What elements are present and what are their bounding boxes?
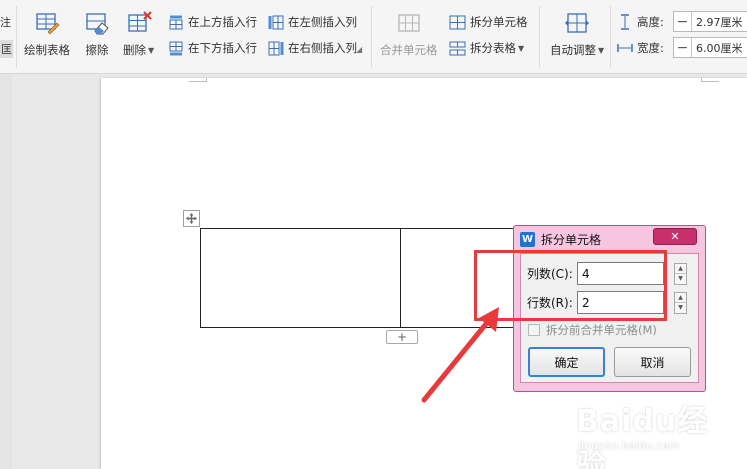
stepper-up-icon[interactable]: ▲ bbox=[675, 264, 686, 274]
height-decrease-button[interactable]: − bbox=[674, 12, 692, 31]
split-table-button[interactable]: 拆分表格 ▼ bbox=[449, 40, 524, 56]
draw-table-label: 绘制表格 bbox=[24, 43, 70, 57]
rows-value: 2 bbox=[582, 295, 590, 310]
ok-button[interactable]: 确定 bbox=[528, 347, 605, 377]
erase-label: 擦除 bbox=[85, 43, 109, 57]
baidu-jingyan-watermark: Baidu经验 jingyan.baidu.com bbox=[576, 392, 736, 469]
close-button[interactable]: ✕ bbox=[653, 228, 697, 245]
split-table-label: 拆分表格 bbox=[470, 41, 516, 55]
col-width-label-group: 宽度: bbox=[617, 40, 664, 56]
ribbon-left-clipped-2[interactable]: 匡 bbox=[0, 40, 13, 58]
insert-row-above-icon bbox=[169, 15, 183, 29]
merge-cells-button[interactable]: 合并单元格 bbox=[380, 10, 438, 58]
table-move-handle[interactable] bbox=[183, 210, 200, 227]
dialog-title: 拆分单元格 bbox=[541, 232, 602, 247]
split-cells-dialog: W 拆分单元格 ✕ 列数(C): 4 ▲ ▼ 行数(R): 2 ▲ ▼ 拆分前合… bbox=[513, 225, 706, 392]
split-table-icon bbox=[449, 41, 466, 55]
auto-fit-icon bbox=[565, 13, 590, 33]
margin-corner-mark bbox=[189, 78, 207, 82]
columns-stepper[interactable]: ▲ ▼ bbox=[674, 262, 687, 285]
row-height-input[interactable]: − 2.97厘米 bbox=[673, 11, 747, 32]
insert-col-right-icon bbox=[268, 41, 284, 55]
watermark-url: jingyan.baidu.com bbox=[578, 439, 680, 452]
draw-table-icon bbox=[36, 13, 60, 35]
height-value: 2.97厘米 bbox=[696, 15, 743, 29]
insert-row-below-button[interactable]: 在下方插入行 bbox=[168, 40, 257, 56]
ribbon-separator bbox=[371, 6, 372, 68]
cancel-button[interactable]: 取消 bbox=[614, 347, 691, 377]
split-cells-icon bbox=[449, 15, 466, 29]
auto-fit-button[interactable]: 自动调整 ▼ bbox=[550, 10, 604, 58]
insert-row-above-label: 在上方插入行 bbox=[188, 15, 257, 29]
delete-button[interactable]: 删除 ▼ bbox=[123, 10, 154, 58]
width-value: 6.00厘米 bbox=[696, 41, 743, 55]
ribbon-left-clipped-1[interactable]: 注 bbox=[0, 14, 11, 30]
insert-row-below-icon bbox=[169, 41, 183, 55]
margin-corner-mark bbox=[701, 78, 719, 82]
ribbon-toolbar: 注 匡 绘制表格 擦除 删除 ▼ 在上方插入行 在下方插入行 在左侧插入列 在右… bbox=[0, 0, 747, 74]
columns-row: 列数(C): 4 ▲ ▼ bbox=[527, 262, 687, 285]
eraser-icon bbox=[86, 13, 109, 35]
ribbon-separator bbox=[539, 6, 540, 68]
merge-cells-label: 合并单元格 bbox=[380, 43, 438, 57]
table-cell[interactable] bbox=[201, 229, 401, 327]
row-height-icon bbox=[621, 14, 629, 30]
move-cross-icon bbox=[186, 213, 197, 224]
insert-col-right-button[interactable]: 在右侧插入列 bbox=[268, 40, 357, 56]
insert-col-left-icon bbox=[268, 15, 284, 29]
erase-button[interactable]: 擦除 bbox=[84, 10, 110, 58]
chevron-down-icon: ▼ bbox=[518, 43, 525, 53]
left-panel-strip bbox=[0, 74, 12, 469]
insert-col-left-label: 在左侧插入列 bbox=[288, 15, 357, 29]
stepper-down-icon[interactable]: ▼ bbox=[675, 303, 686, 313]
ribbon-separator bbox=[16, 6, 17, 68]
columns-label: 列数(C): bbox=[527, 267, 573, 281]
insert-col-right-label: 在右侧插入列 bbox=[288, 41, 357, 55]
split-cells-label: 拆分单元格 bbox=[470, 15, 528, 29]
close-icon: ✕ bbox=[670, 230, 680, 243]
insert-row-above-button[interactable]: 在上方插入行 bbox=[168, 14, 257, 30]
draw-table-button[interactable]: 绘制表格 bbox=[24, 10, 70, 58]
stepper-up-icon[interactable]: ▲ bbox=[675, 293, 686, 303]
insert-row-below-label: 在下方插入行 bbox=[188, 41, 257, 55]
chevron-down-icon: ▼ bbox=[148, 45, 155, 55]
rows-row: 行数(R): 2 ▲ ▼ bbox=[527, 291, 687, 314]
checkbox-box[interactable] bbox=[528, 324, 540, 336]
width-label: 宽度: bbox=[637, 41, 664, 55]
rows-stepper[interactable]: ▲ ▼ bbox=[674, 291, 687, 314]
auto-fit-label: 自动调整 bbox=[550, 43, 596, 57]
add-row-button[interactable]: + bbox=[386, 330, 418, 344]
rows-input[interactable]: 2 bbox=[577, 291, 664, 314]
columns-value: 4 bbox=[582, 266, 590, 281]
delete-table-icon bbox=[127, 11, 152, 32]
watermark-brand: Baidu经验 bbox=[576, 404, 709, 469]
col-width-icon bbox=[617, 44, 633, 52]
merge-cells-icon bbox=[398, 14, 420, 32]
row-height-label-group: 高度: bbox=[617, 14, 664, 30]
merge-before-split-checkbox[interactable]: 拆分前合并单元格(M) bbox=[528, 322, 657, 338]
delete-label: 删除 bbox=[123, 43, 146, 57]
width-decrease-button[interactable]: − bbox=[674, 38, 692, 57]
rows-label: 行数(R): bbox=[527, 296, 573, 310]
ribbon-separator bbox=[610, 6, 611, 68]
merge-before-split-label: 拆分前合并单元格(M) bbox=[546, 323, 657, 337]
col-width-input[interactable]: − 6.00厘米 bbox=[673, 37, 747, 58]
group-expand-icon[interactable]: ◢ bbox=[356, 45, 362, 54]
wps-logo-icon: W bbox=[520, 231, 535, 247]
stepper-down-icon[interactable]: ▼ bbox=[675, 274, 686, 284]
height-label: 高度: bbox=[637, 15, 664, 29]
split-cells-button[interactable]: 拆分单元格 bbox=[449, 14, 528, 30]
chevron-down-icon: ▼ bbox=[598, 45, 605, 55]
columns-input[interactable]: 4 bbox=[577, 262, 664, 285]
insert-col-left-button[interactable]: 在左侧插入列 bbox=[268, 14, 357, 30]
dialog-body: 列数(C): 4 ▲ ▼ 行数(R): 2 ▲ ▼ 拆分前合并单元格(M) 确定… bbox=[520, 253, 699, 383]
